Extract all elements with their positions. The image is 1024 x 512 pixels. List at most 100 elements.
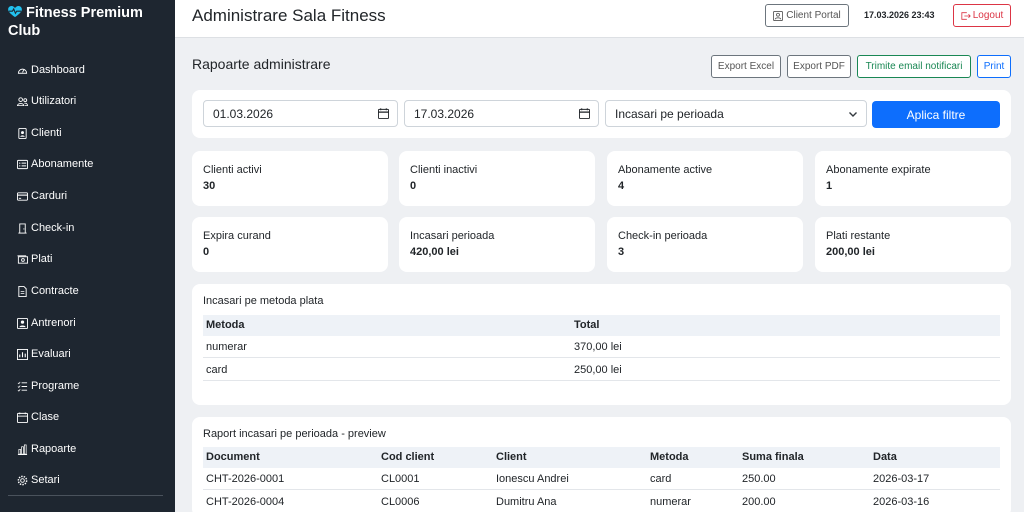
- table-cell: numerar: [206, 341, 247, 353]
- people-icon: [17, 96, 28, 107]
- calendar-icon[interactable]: [579, 108, 590, 119]
- sidebar-item-plati[interactable]: Plati: [17, 249, 52, 269]
- sidebar-item-label: Contracte: [31, 285, 79, 297]
- stat-label: Clienti activi: [203, 164, 262, 176]
- table-cell: CHT-2026-0001: [206, 473, 285, 485]
- sidebar-item-label: Check-in: [31, 222, 75, 234]
- sidebar-item-antrenori[interactable]: Antrenori: [17, 313, 76, 333]
- stat-label: Check-in perioada: [618, 230, 708, 242]
- table-cell: 370,00 lei: [574, 341, 622, 353]
- sidebar-item-evaluari[interactable]: Evaluari: [17, 344, 71, 364]
- report-type-value: Incasari pe perioada: [615, 106, 724, 121]
- logout-button[interactable]: Logout: [953, 4, 1011, 27]
- stat-value: 1: [826, 180, 833, 192]
- table-cell: 2026-03-16: [873, 496, 930, 508]
- sidebar-item-label: Utilizatori: [31, 95, 77, 107]
- stat-card-active-clients: Clienti activi 30: [192, 151, 388, 206]
- sidebar-item-clase[interactable]: Clase: [17, 407, 59, 427]
- stat-label: Expira curand: [203, 230, 271, 242]
- brand[interactable]: Fitness Premium Club: [8, 4, 168, 40]
- reports-title: Rapoarte administrare: [192, 56, 331, 72]
- sidebar-item-carduri[interactable]: Carduri: [17, 186, 67, 206]
- stat-card-expiring-soon: Expira curand 0: [192, 217, 388, 272]
- client-portal-button[interactable]: Client Portal: [765, 4, 849, 27]
- sidebar-divider: [8, 495, 163, 496]
- sidebar-item-clienti[interactable]: Clienti: [17, 123, 62, 143]
- bar-chart-icon: [17, 444, 28, 455]
- heart-pulse-icon: [8, 6, 22, 18]
- payments-by-method-card: Incasari pe metoda plata Metoda Total nu…: [192, 284, 1011, 405]
- graph-icon: [17, 348, 28, 360]
- sidebar-item-label: Dashboard: [31, 64, 85, 76]
- stat-value: 3: [618, 246, 625, 258]
- stat-card-expired-subscriptions: Abonamente expirate 1: [815, 151, 1011, 206]
- person-badge-icon: [17, 127, 28, 139]
- table-row: CHT-2026-0001 CL0001 Ionescu Andrei card…: [203, 468, 1000, 490]
- table-header: Metoda Total: [203, 315, 1000, 336]
- date-to-input[interactable]: 17.03.2026: [404, 100, 599, 127]
- stat-label: Clienti inactivi: [410, 164, 478, 176]
- table-cell: Dumitru Ana: [496, 496, 557, 508]
- calendar-icon[interactable]: [378, 108, 389, 119]
- sidebar-item-rapoarte[interactable]: Rapoarte: [17, 439, 76, 459]
- table-cell: 200.00: [742, 496, 776, 508]
- stat-card-outstanding-payments: Plati restante 200,00 lei: [815, 217, 1011, 272]
- column-header: Client: [496, 451, 527, 463]
- logout-label: Logout: [972, 10, 1004, 21]
- sidebar-item-utilizatori[interactable]: Utilizatori: [17, 91, 76, 111]
- column-header: Metoda: [650, 451, 689, 463]
- table-cell: CL0001: [381, 473, 420, 485]
- sidebar-item-contracte[interactable]: Contracte: [17, 281, 79, 301]
- table-cell: card: [206, 364, 228, 376]
- table-row: numerar 370,00 lei: [203, 336, 1000, 358]
- sidebar-item-label: Setari: [31, 474, 60, 486]
- sidebar-item-check-in[interactable]: Check-in: [17, 218, 74, 238]
- stat-value: 0: [410, 180, 417, 192]
- table-row: CHT-2026-0004 CL0006 Dumitru Ana numerar…: [203, 491, 1000, 512]
- card-title: Raport incasari pe perioada - preview: [203, 428, 386, 440]
- sidebar: Fitness Premium Club Dashboard Utilizato…: [0, 0, 175, 512]
- sidebar-item-label: Clase: [31, 411, 60, 423]
- speedometer-icon: [17, 65, 28, 76]
- stat-card-period-checkins: Check-in perioada 3: [607, 217, 803, 272]
- sidebar-item-programe[interactable]: Programe: [17, 376, 79, 396]
- column-header: Cod client: [381, 451, 435, 463]
- income-report-card: Raport incasari pe perioada - preview Do…: [192, 417, 1011, 512]
- column-header: Total: [574, 319, 600, 331]
- cash-icon: [17, 254, 28, 265]
- date-from-input[interactable]: 01.03.2026: [203, 100, 398, 127]
- send-email-notifications-button[interactable]: Trimite email notificari: [857, 55, 971, 78]
- table-cell: CL0006: [381, 496, 420, 508]
- stat-label: Plati restante: [826, 230, 891, 242]
- sidebar-item-label: Antrenori: [31, 317, 76, 329]
- print-button[interactable]: Print: [977, 55, 1011, 78]
- stat-card-period-income: Incasari perioada 420,00 lei: [399, 217, 595, 272]
- export-pdf-button[interactable]: Export PDF: [787, 55, 851, 78]
- export-excel-button[interactable]: Export Excel: [711, 55, 781, 78]
- client-portal-label: Client Portal: [786, 10, 841, 21]
- card-list-icon: [17, 159, 28, 170]
- stat-label: Incasari perioada: [410, 230, 495, 242]
- stat-card-inactive-clients: Clienti inactivi 0: [399, 151, 595, 206]
- sidebar-item-label: Rapoarte: [31, 443, 77, 455]
- sidebar-item-label: Carduri: [31, 190, 68, 202]
- person-square-icon: [17, 317, 28, 329]
- sidebar-item-setari[interactable]: Setari: [17, 470, 60, 490]
- table-cell: 250,00 lei: [574, 364, 622, 376]
- table-cell: Ionescu Andrei: [496, 473, 569, 485]
- door-icon: [17, 222, 28, 234]
- gear-icon: [17, 475, 28, 486]
- table-cell: card: [650, 473, 672, 485]
- sidebar-item-abonamente[interactable]: Abonamente: [17, 154, 93, 174]
- sidebar-item-dashboard[interactable]: Dashboard: [17, 60, 85, 80]
- table-cell: 250.00: [742, 473, 776, 485]
- card-title: Incasari pe metoda plata: [203, 295, 324, 307]
- apply-filters-button[interactable]: Aplica filtre: [872, 101, 1000, 128]
- file-text-icon: [17, 285, 28, 297]
- chevron-down-icon: [849, 112, 857, 117]
- report-type-select[interactable]: Incasari pe perioada: [605, 100, 867, 127]
- sidebar-item-label: Programe: [31, 380, 80, 392]
- stat-value: 420,00 lei: [410, 246, 459, 258]
- filter-bar: 01.03.2026 17.03.2026 Incasari pe perioa…: [192, 90, 1011, 138]
- table-row: card 250,00 lei: [203, 359, 1000, 381]
